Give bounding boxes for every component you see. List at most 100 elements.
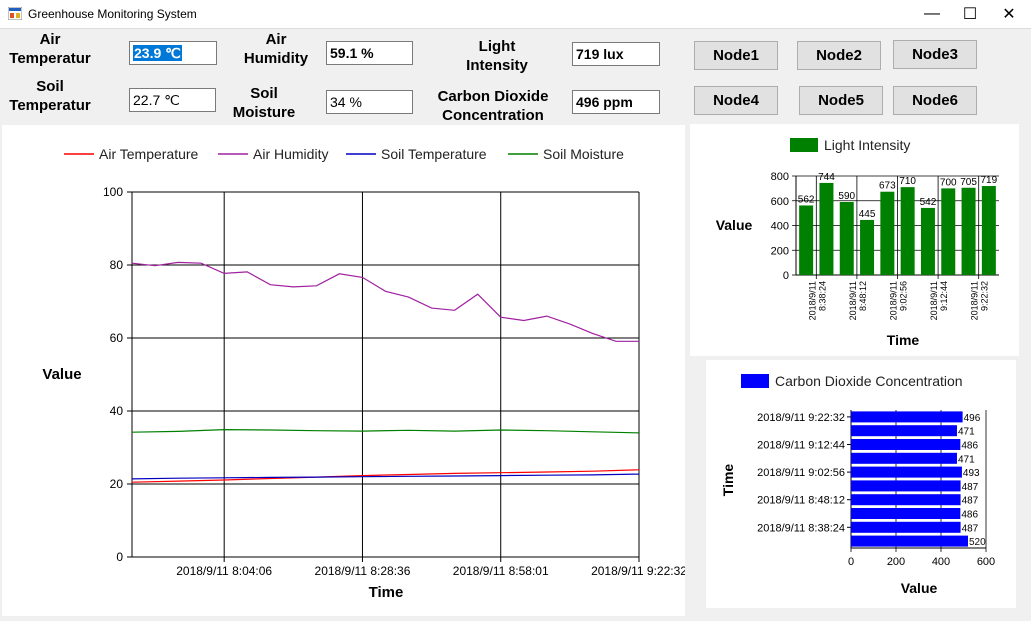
bar xyxy=(851,508,961,519)
x-tick-label: 2018/9/11 8:28:36 xyxy=(315,564,411,578)
title-bar: Greenhouse Monitoring System — ☐ ✕ xyxy=(0,0,1031,29)
legend-label: Soil Temperature xyxy=(381,146,487,162)
bar xyxy=(920,207,935,275)
bar xyxy=(851,411,963,423)
window-title: Greenhouse Monitoring System xyxy=(28,7,197,21)
light-intensity-label: Light Intensity xyxy=(466,38,528,74)
bar-value-label: 673 xyxy=(879,181,896,192)
bar xyxy=(941,188,956,275)
bar xyxy=(851,535,968,547)
air-humidity-label: Air Humidity xyxy=(243,31,309,67)
y-tick-label: 2018/9/11 8:38:24 xyxy=(757,522,845,534)
bar xyxy=(839,201,854,275)
y-tick-label: 2018/9/11 9:12:44 xyxy=(757,440,845,452)
y-axis-title: Value xyxy=(42,366,81,383)
x-axis-title: Time xyxy=(369,584,404,601)
bar-value-label: 710 xyxy=(899,176,916,187)
x-tick-label: 2018/9/11 9:22:32 xyxy=(591,564,685,578)
y-tick-label: 2018/9/11 8:48:12 xyxy=(757,495,845,507)
bar xyxy=(981,186,996,275)
y-tick-label: 600 xyxy=(771,196,789,208)
bar xyxy=(799,205,814,275)
x-axis-title: Time xyxy=(887,332,920,348)
y-tick-label: 100 xyxy=(103,185,123,199)
bar-value-label: 487 xyxy=(962,496,979,507)
y-tick-label: 2018/9/11 9:22:32 xyxy=(757,412,845,424)
node6-button[interactable]: Node6 xyxy=(893,86,977,115)
y-tick-label: 20 xyxy=(110,477,124,491)
co2-field[interactable]: 496 ppm xyxy=(572,90,660,114)
bar-value-label: 562 xyxy=(798,194,815,205)
bar xyxy=(900,187,915,275)
co2-label: Carbon Dioxide Concentration xyxy=(437,88,549,124)
bar-value-label: 496 xyxy=(964,413,981,424)
node2-button[interactable]: Node2 xyxy=(797,41,881,70)
bar xyxy=(851,452,957,464)
y-axis-title: Time xyxy=(720,464,736,497)
bar-value-label: 744 xyxy=(818,172,835,183)
bar-value-label: 445 xyxy=(859,209,876,220)
bar xyxy=(851,425,957,437)
x-tick-label: 2018/9/118:48:12 xyxy=(848,281,868,320)
bar-value-label: 471 xyxy=(958,427,975,438)
y-tick-label: 800 xyxy=(771,171,789,183)
x-tick-label: 2018/9/119:12:44 xyxy=(929,281,949,320)
bar xyxy=(851,494,961,506)
co2-chart: Carbon Dioxide Concentration 0 200 400 600 52… xyxy=(720,373,995,596)
node5-button[interactable]: Node5 xyxy=(799,86,883,115)
soil-moisture-label: Soil Moisture xyxy=(232,85,296,121)
close-button[interactable]: ✕ xyxy=(986,0,1031,28)
co2-chart-panel: Carbon Dioxide Concentration 0 200 400 600 52… xyxy=(706,360,1016,608)
y-tick-label: 2018/9/11 9:02:56 xyxy=(757,467,845,479)
series-line-soil-moisture xyxy=(131,428,640,434)
node3-button[interactable]: Node3 xyxy=(893,40,977,69)
bar xyxy=(880,191,895,275)
y-tick-label: 80 xyxy=(110,258,124,272)
bar-value-label: 542 xyxy=(920,197,937,208)
soil-temp-label: Soil Temperatur xyxy=(9,78,91,114)
bar xyxy=(851,466,962,478)
bar xyxy=(860,219,875,275)
bar-value-label: 486 xyxy=(961,510,978,521)
y-tick-label: 200 xyxy=(771,245,789,257)
bar xyxy=(819,182,834,275)
series-line-air-humidity xyxy=(131,261,639,342)
y-axis-title: Value xyxy=(716,217,753,233)
node1-button[interactable]: Node1 xyxy=(694,41,778,70)
bar-value-label: 487 xyxy=(962,482,979,493)
air-temp-field[interactable]: 23.9 ℃ xyxy=(129,41,217,65)
bar-value-label: 705 xyxy=(960,177,977,188)
node4-button[interactable]: Node4 xyxy=(694,86,778,115)
legend-label: Air Humidity xyxy=(253,146,328,162)
air-humidity-field[interactable]: 59.1 % xyxy=(326,41,413,65)
app-icon xyxy=(8,7,22,20)
bar xyxy=(851,439,961,450)
legend-swatch xyxy=(741,374,769,388)
line-chart: Air Temperature Air Humidity Soil Temperat… xyxy=(42,146,687,601)
y-tick-label: 400 xyxy=(771,221,789,233)
air-temp-label: Air Temperatur xyxy=(9,31,91,67)
bar-value-label: 719 xyxy=(981,175,998,186)
soil-moisture-field[interactable]: 34 % xyxy=(326,90,413,114)
bar xyxy=(851,480,961,492)
bar-value-label: 493 xyxy=(963,468,980,479)
bar-value-label: 520 xyxy=(969,537,986,548)
x-tick-label: 0 xyxy=(848,556,854,568)
bar-value-label: 471 xyxy=(958,454,975,465)
light-intensity-field[interactable]: 719 lux xyxy=(572,42,660,66)
light-intensity-chart: Light Intensity 0 200 400 600 800 2018/9/118:3… xyxy=(716,137,999,348)
legend-swatch xyxy=(790,138,818,152)
bar xyxy=(851,521,961,533)
y-tick-label: 60 xyxy=(110,331,124,345)
y-tick-label: 40 xyxy=(110,404,124,418)
x-tick-label: 600 xyxy=(977,556,995,568)
x-tick-label: 200 xyxy=(887,556,905,568)
x-tick-label: 2018/9/119:02:56 xyxy=(889,281,909,320)
soil-temp-field[interactable]: 22.7 ℃ xyxy=(129,88,216,112)
bar-value-label: 590 xyxy=(838,191,855,202)
y-tick-label: 0 xyxy=(116,550,123,564)
legend-label: Air Temperature xyxy=(99,146,199,162)
x-axis-title: Value xyxy=(901,580,938,596)
legend-label: Carbon Dioxide Concentration xyxy=(775,373,963,389)
y-tick-label: 0 xyxy=(783,270,789,282)
